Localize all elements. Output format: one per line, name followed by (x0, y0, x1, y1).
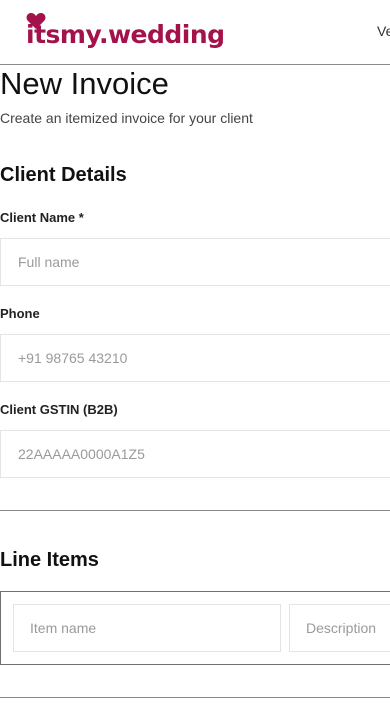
top-header: itsmy.wedding Ve (0, 0, 390, 65)
description-field-wrapper (289, 604, 390, 652)
invoice-page: itsmy.wedding Ve New Invoice Create an i… (0, 0, 390, 720)
phone-field-wrapper (0, 334, 390, 382)
line-items-heading: Line Items (0, 549, 99, 571)
description-input[interactable] (290, 605, 390, 651)
line-item-row (0, 591, 390, 665)
brand-name: itsmy.wedding (26, 20, 225, 49)
page-subtitle: Create an itemized invoice for your clie… (0, 110, 253, 126)
client-name-label: Client Name * (0, 210, 84, 225)
page-title: New Invoice (0, 66, 169, 101)
phone-input[interactable] (1, 335, 390, 381)
item-name-field-wrapper (13, 604, 281, 652)
phone-label: Phone (0, 306, 40, 321)
client-details-heading: Client Details (0, 164, 127, 186)
client-name-field-wrapper (0, 238, 390, 286)
section-divider (0, 510, 390, 511)
gstin-input[interactable] (1, 431, 390, 477)
gstin-field-wrapper (0, 430, 390, 478)
header-nav-link[interactable]: Ve (377, 23, 390, 39)
client-name-input[interactable] (1, 239, 390, 285)
item-name-input[interactable] (14, 605, 280, 651)
bottom-divider (0, 697, 390, 698)
brand-logo[interactable]: itsmy.wedding (26, 12, 226, 52)
gstin-label: Client GSTIN (B2B) (0, 402, 118, 417)
